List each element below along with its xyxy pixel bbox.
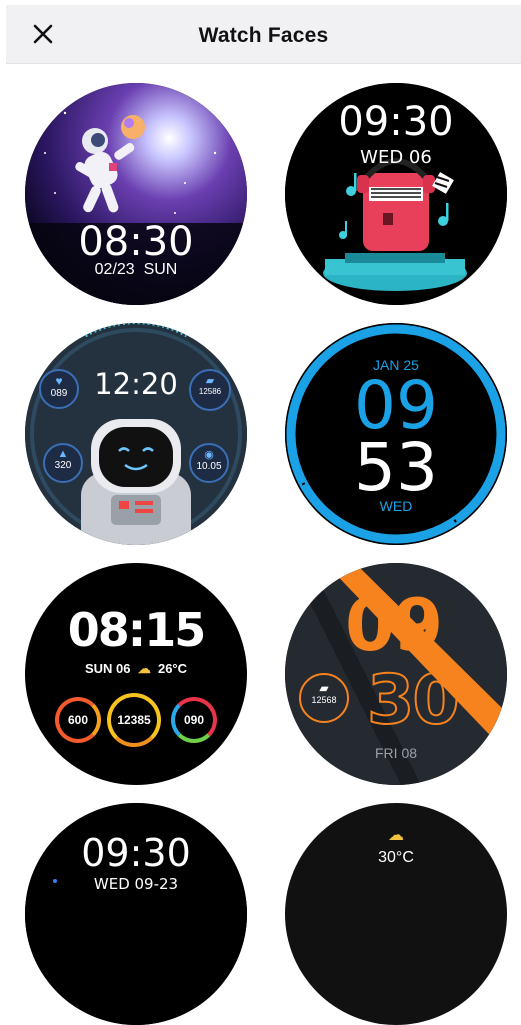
weather-icon: ☁ bbox=[388, 827, 404, 844]
watch-face-robot[interactable]: 12:20 ♥ 089 ▰ 12586 ▲ 320 ◉ 10.05 bbox=[25, 323, 247, 545]
watch-face-astronaut[interactable]: 08:30 02/23 SUN bbox=[25, 83, 247, 305]
robot-background bbox=[25, 323, 247, 545]
temperature-value: 26°C bbox=[157, 661, 188, 676]
time-display: 09:30 bbox=[338, 99, 454, 145]
calories-value: 600 bbox=[67, 713, 89, 727]
heart-ring: 090 bbox=[171, 697, 217, 743]
calories-value: 320 bbox=[54, 460, 72, 471]
heart-rate-complication: ♥ 089 bbox=[39, 369, 79, 409]
minute-display: 53 bbox=[354, 429, 438, 506]
watch-face-orange[interactable]: 09 30 ▰ 12568 FRI 08 bbox=[285, 563, 507, 785]
steps-ring: 12385 bbox=[107, 693, 161, 747]
date-display: WED 06 bbox=[360, 147, 432, 168]
speaker-character-icon bbox=[357, 158, 435, 251]
steps-value: 12586 bbox=[198, 387, 222, 396]
date-value: 02/23 bbox=[94, 261, 135, 278]
distance-complication: ◉ 10.05 bbox=[189, 443, 229, 483]
time-display: 09:30 bbox=[81, 831, 191, 875]
date-value: SUN 06 bbox=[84, 661, 131, 676]
hour-display: 09 bbox=[345, 583, 443, 667]
steps-value: 12568 bbox=[311, 695, 337, 705]
steps-value: 12385 bbox=[117, 713, 151, 727]
date-display: 02/23 SUN bbox=[25, 261, 247, 279]
watch-face-dj[interactable]: 09:30 WED 06 bbox=[285, 83, 507, 305]
heart-icon: ♥ bbox=[55, 374, 63, 388]
distance-value: 10.05 bbox=[196, 461, 222, 472]
heart-value: 090 bbox=[183, 713, 205, 727]
flame-icon: ▲ bbox=[57, 448, 69, 460]
weather-date-row: SUN 06 ☁ 26°C bbox=[25, 661, 247, 677]
day-value: SUN bbox=[143, 261, 178, 278]
weather-icon: ☁ bbox=[137, 661, 151, 676]
page-title: Watch Faces bbox=[198, 24, 329, 47]
top-bar: Watch Faces bbox=[6, 5, 521, 64]
date-display: FRI 08 bbox=[375, 745, 418, 761]
location-icon: ◉ bbox=[204, 449, 214, 461]
calories-complication: ▲ 320 bbox=[43, 443, 83, 483]
watch-face-activity[interactable]: 08:15 SUN 06 ☁ 26°C 600 12385 090 bbox=[25, 563, 247, 785]
shoe-icon: ▰ bbox=[319, 681, 329, 695]
calories-ring: 600 bbox=[55, 697, 101, 743]
watch-face-partial-2[interactable]: ☁ 30°C bbox=[285, 803, 507, 1025]
steps-complication: ▰ 12586 bbox=[189, 369, 231, 411]
steps-complication: ▰ 12568 bbox=[299, 673, 349, 723]
watch-face-partial-1[interactable]: 09:30 WED 09-23 bbox=[25, 803, 247, 1025]
robot-icon bbox=[81, 419, 191, 545]
shoe-icon: ▰ bbox=[205, 375, 215, 387]
watch-face-blue-ring[interactable]: JAN 25 09 53 WED bbox=[285, 323, 507, 545]
heart-value: 089 bbox=[50, 388, 68, 399]
temperature-display: 30°C bbox=[378, 849, 414, 866]
time-display: 08:30 bbox=[78, 219, 194, 265]
minute-display: 30 bbox=[366, 660, 461, 741]
time-display: 08:15 bbox=[67, 603, 206, 657]
date-display: WED 09-23 bbox=[93, 875, 179, 893]
day-display: WED bbox=[379, 498, 413, 514]
